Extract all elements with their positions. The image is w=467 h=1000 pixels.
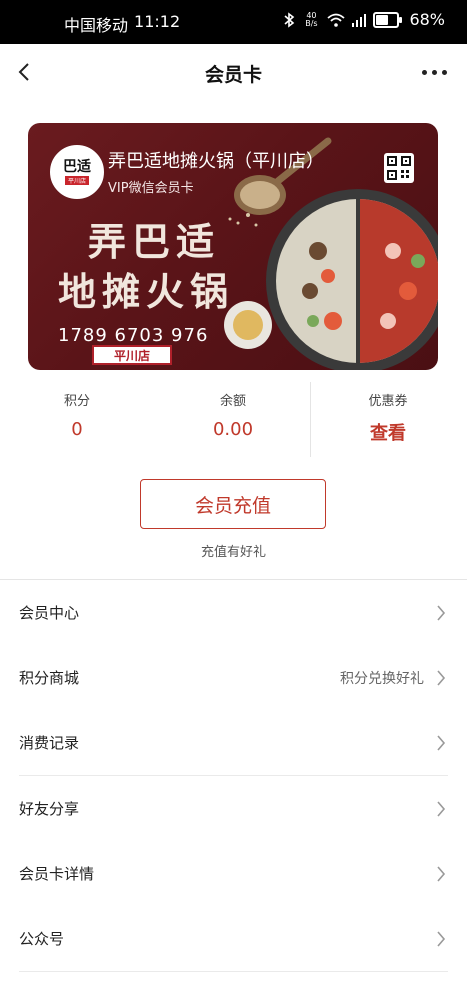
card-number: 1789 6703 976 (58, 325, 209, 346)
brand-line-1: 弄巴适 (88, 219, 221, 264)
menu-item-consumption-records[interactable]: 消费记录 (0, 710, 467, 775)
menu-item-extra: 积分兑换好礼 (340, 670, 424, 687)
balance-value: 0.00 (212, 419, 254, 440)
balance-label: 余额 (219, 394, 246, 409)
chevron-right-icon (437, 931, 446, 947)
card-type: VIP微信会员卡 (108, 181, 194, 196)
menu-list: 会员中心 积分商城 积分兑换好礼 消费记录 好友分享 会员卡详情 公众号 (0, 580, 467, 972)
menu-item-official-account[interactable]: 公众号 (0, 906, 467, 971)
balance-stat[interactable]: 余额 0.00 (163, 380, 303, 440)
points-stat[interactable]: 积分 0 (7, 380, 147, 440)
bluetooth-icon (284, 11, 295, 28)
points-value: 0 (71, 419, 83, 440)
more-options-icon[interactable] (422, 70, 447, 75)
brand-line-2: 地摊火锅 (58, 269, 235, 314)
qr-code-icon[interactable] (384, 153, 414, 183)
menu-item-label: 会员中心 (19, 604, 80, 622)
store-logo-text: 巴适 (63, 158, 91, 175)
network-speed: 40 B/s (301, 11, 321, 28)
wifi-icon (327, 13, 346, 27)
chevron-right-icon (437, 866, 446, 882)
recharge-button[interactable]: 会员充值 (140, 479, 326, 529)
coupons-stat[interactable]: 优惠券 查看 (318, 380, 458, 445)
store-name: 弄巴适地摊火锅（平川店） (108, 151, 324, 172)
nav-bar: 会员卡 (0, 44, 467, 102)
menu-item-label: 消费记录 (19, 734, 80, 752)
page-title: 会员卡 (204, 64, 262, 86)
menu-item-member-center[interactable]: 会员中心 (0, 580, 467, 645)
carrier-label: 中国移动 (64, 16, 129, 35)
chevron-right-icon (437, 670, 446, 686)
store-logo-sub: 平川店 (64, 175, 89, 185)
hotpot-illustration (266, 189, 438, 370)
stats-divider (310, 382, 311, 457)
menu-item-points-mall[interactable]: 积分商城 积分兑换好礼 (0, 645, 467, 710)
recharge-note: 充值有好礼 (200, 545, 266, 560)
chevron-right-icon (437, 735, 446, 751)
status-left: 中国移动 11:12 (64, 12, 180, 36)
points-label: 积分 (63, 394, 90, 409)
menu-item-label: 公众号 (19, 930, 65, 948)
chevron-right-icon (437, 801, 446, 817)
signal-icon (352, 13, 367, 27)
menu-item-card-details[interactable]: 会员卡详情 (0, 841, 467, 906)
battery-icon (373, 11, 403, 28)
member-card[interactable]: 巴适 平川店 弄巴适地摊火锅（平川店） VIP微信会员卡 弄巴适 地摊火锅 17… (28, 123, 438, 370)
clock: 11:12 (134, 12, 181, 31)
network-speed-unit: B/s (305, 18, 318, 28)
coupons-view-link[interactable]: 查看 (318, 419, 458, 445)
battery-percent: 68% (409, 10, 445, 29)
menu-item-label: 会员卡详情 (19, 865, 95, 883)
coupons-label: 优惠券 (368, 394, 408, 409)
member-stats: 积分 0 余额 0.00 优惠券 查看 (0, 380, 467, 457)
menu-separator (19, 971, 448, 972)
menu-item-share-friends[interactable]: 好友分享 (0, 776, 467, 841)
store-logo: 巴适 平川店 (50, 145, 104, 199)
menu-item-label: 积分商城 (19, 669, 80, 687)
menu-item-label: 好友分享 (19, 800, 80, 818)
store-stamp: 平川店 (92, 345, 172, 365)
status-right: 40 B/s 68% (283, 10, 445, 29)
status-bar: 中国移动 11:12 40 B/s 68% (0, 0, 467, 44)
chevron-right-icon (437, 605, 446, 621)
